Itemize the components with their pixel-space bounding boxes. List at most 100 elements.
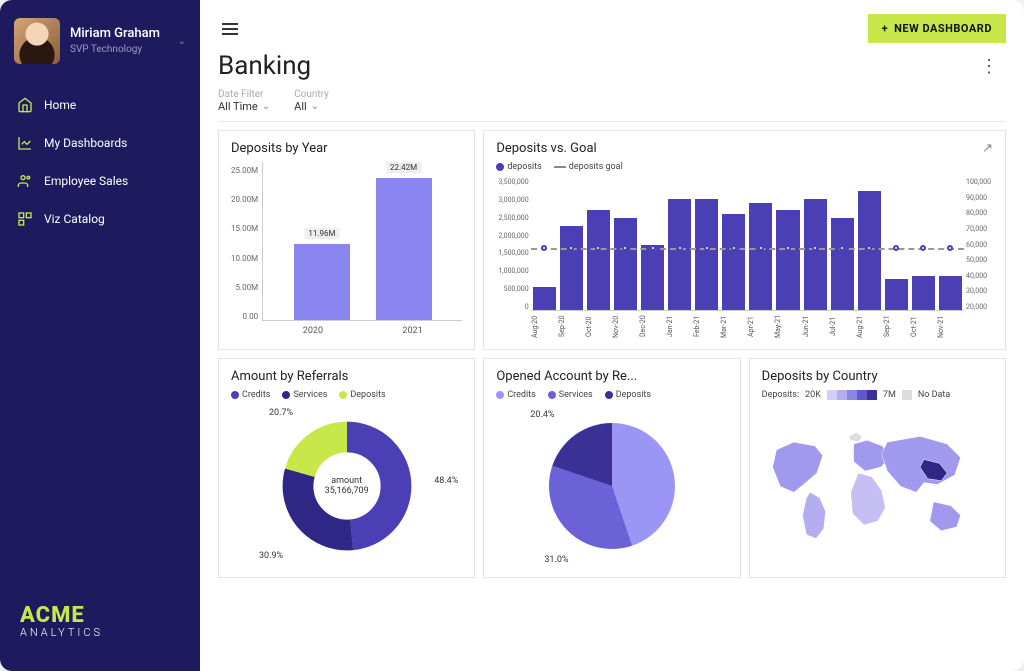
home-icon: [16, 96, 34, 114]
card-deposits-by-year: Deposits by Year 25.00M20.00M15.00M10.00…: [218, 130, 475, 350]
card-amount-by-referrals: Amount by Referrals Credits Services Dep…: [218, 358, 475, 578]
pie-chart: 20.4% 31.0%: [496, 404, 727, 567]
goal-marker: [541, 245, 547, 251]
slice-label: 31.0%: [544, 555, 568, 565]
card-title: Deposits by Country: [762, 369, 993, 384]
topbar: + NEW DASHBOARD: [218, 14, 1006, 43]
chart-legend: Credits Services Deposits: [231, 390, 462, 400]
brand-sub: ANALYTICS: [20, 626, 180, 639]
pie-svg[interactable]: [542, 416, 682, 556]
goal-marker: [758, 245, 764, 251]
card-opened-account: Opened Account by Re... Credits Services…: [483, 358, 740, 578]
goal-marker: [704, 245, 710, 251]
bar[interactable]: [912, 276, 935, 310]
kebab-menu-icon[interactable]: ⋮: [972, 52, 1006, 81]
user-info: Miriam Graham SVP Technology: [70, 26, 168, 56]
bar[interactable]: [749, 203, 772, 310]
bar[interactable]: [939, 276, 962, 310]
goal-marker: [920, 245, 926, 251]
card-title: Amount by Referrals: [231, 369, 462, 384]
region-greenland[interactable]: [848, 432, 861, 442]
new-dashboard-button[interactable]: + NEW DASHBOARD: [868, 14, 1006, 43]
bar[interactable]: [695, 199, 718, 310]
sidebar-item-label: Employee Sales: [44, 174, 128, 188]
x-axis: 20202021: [263, 326, 462, 336]
goal-marker: [839, 245, 845, 251]
brand-logo: ACME ANALYTICS: [0, 603, 200, 653]
goal-marker: [866, 245, 872, 251]
chevron-down-icon[interactable]: ⌄: [178, 36, 186, 47]
bar[interactable]: [614, 218, 637, 310]
filter-label: Date Filter: [218, 89, 270, 100]
card-deposits-by-country: Deposits by Country Deposits: 20K 7M No …: [749, 358, 1006, 578]
y-axis-right: 100,00090,00080,00070,00060,00050,00040,…: [964, 176, 993, 339]
bar[interactable]: [533, 287, 556, 310]
expand-icon[interactable]: ↗: [982, 141, 993, 156]
sidebar-item-label: Home: [44, 98, 76, 112]
color-gradient: [827, 390, 877, 400]
sidebar-item-dashboards[interactable]: My Dashboards: [0, 124, 200, 162]
main-content: + NEW DASHBOARD Banking ⋮ Date Filter Al…: [200, 0, 1024, 671]
sidebar-nav: Home My Dashboards Employee Sales Viz Ca…: [0, 86, 200, 238]
date-filter[interactable]: Date Filter All Time ⌄: [218, 89, 270, 113]
region-australia[interactable]: [929, 502, 960, 531]
filter-value: All Time ⌄: [218, 100, 270, 113]
goal-marker: [893, 245, 899, 251]
sidebar-item-viz-catalog[interactable]: Viz Catalog: [0, 200, 200, 238]
region-asia[interactable]: [881, 436, 960, 492]
map-legend: Deposits: 20K 7M No Data: [762, 390, 993, 400]
plus-icon: +: [882, 22, 889, 35]
region-south-america[interactable]: [802, 492, 825, 538]
bar[interactable]: [885, 279, 908, 310]
sidebar-item-label: My Dashboards: [44, 136, 127, 150]
region-africa[interactable]: [850, 473, 885, 525]
bar[interactable]: [668, 199, 691, 310]
bar[interactable]: [804, 199, 827, 310]
app-shell: Miriam Graham SVP Technology ⌄ Home My D…: [0, 0, 1024, 671]
card-title: Opened Account by Re...: [496, 369, 727, 384]
goal-marker: [947, 245, 953, 251]
combo-chart: 3,500,0003,000,0002,500,0002,000,0001,50…: [496, 176, 993, 339]
title-row: Banking ⋮: [218, 51, 1006, 81]
goal-marker: [595, 245, 601, 251]
chevron-down-icon: ⌄: [262, 101, 270, 112]
chevron-down-icon: ⌄: [311, 101, 319, 112]
bar[interactable]: [560, 226, 583, 310]
world-map[interactable]: [762, 404, 993, 567]
goal-marker: [650, 245, 656, 251]
chart-legend: deposits deposits goal: [496, 162, 993, 172]
plot-area: Aug-20Sep-20Oct-20Nov-20Dec-20Jan-21Feb-…: [531, 176, 964, 311]
filters-bar: Date Filter All Time ⌄ Country All ⌄: [218, 89, 1006, 122]
goal-marker: [785, 245, 791, 251]
slice-label: 20.4%: [530, 410, 554, 420]
user-name: Miriam Graham: [70, 26, 168, 42]
slice-label: 20.7%: [269, 408, 293, 418]
goal-marker: [568, 245, 574, 251]
dashboards-icon: [16, 134, 34, 152]
goal-marker: [731, 245, 737, 251]
country-filter[interactable]: Country All ⌄: [294, 89, 329, 113]
sidebar-item-home[interactable]: Home: [0, 86, 200, 124]
sidebar-item-label: Viz Catalog: [44, 212, 105, 226]
chart-legend: Credits Services Deposits: [496, 390, 727, 400]
user-role: SVP Technology: [70, 44, 168, 56]
slice-label: 30.9%: [259, 551, 283, 561]
bar[interactable]: [722, 214, 745, 310]
card-deposits-vs-goal: ↗ Deposits vs. Goal deposits deposits go…: [483, 130, 1006, 350]
avatar: [14, 18, 60, 64]
bar-2020[interactable]: 11.96M: [294, 244, 350, 320]
sidebar-item-employee-sales[interactable]: Employee Sales: [0, 162, 200, 200]
bar-2021[interactable]: 22.42M: [376, 178, 432, 320]
bar[interactable]: [587, 210, 610, 310]
region-north-america[interactable]: [772, 442, 822, 492]
user-profile[interactable]: Miriam Graham SVP Technology ⌄: [0, 18, 200, 80]
bar[interactable]: [831, 218, 854, 310]
filter-value: All ⌄: [294, 100, 329, 113]
plot-area: 11.96M 22.42M 20202021: [262, 162, 462, 321]
dashboard-grid: Deposits by Year 25.00M20.00M15.00M10.00…: [218, 130, 1006, 657]
bar[interactable]: [641, 245, 664, 310]
hamburger-icon[interactable]: [218, 19, 242, 39]
card-title: Deposits by Year: [231, 141, 462, 156]
bar[interactable]: [776, 210, 799, 310]
bar-label: 11.96M: [304, 228, 339, 239]
